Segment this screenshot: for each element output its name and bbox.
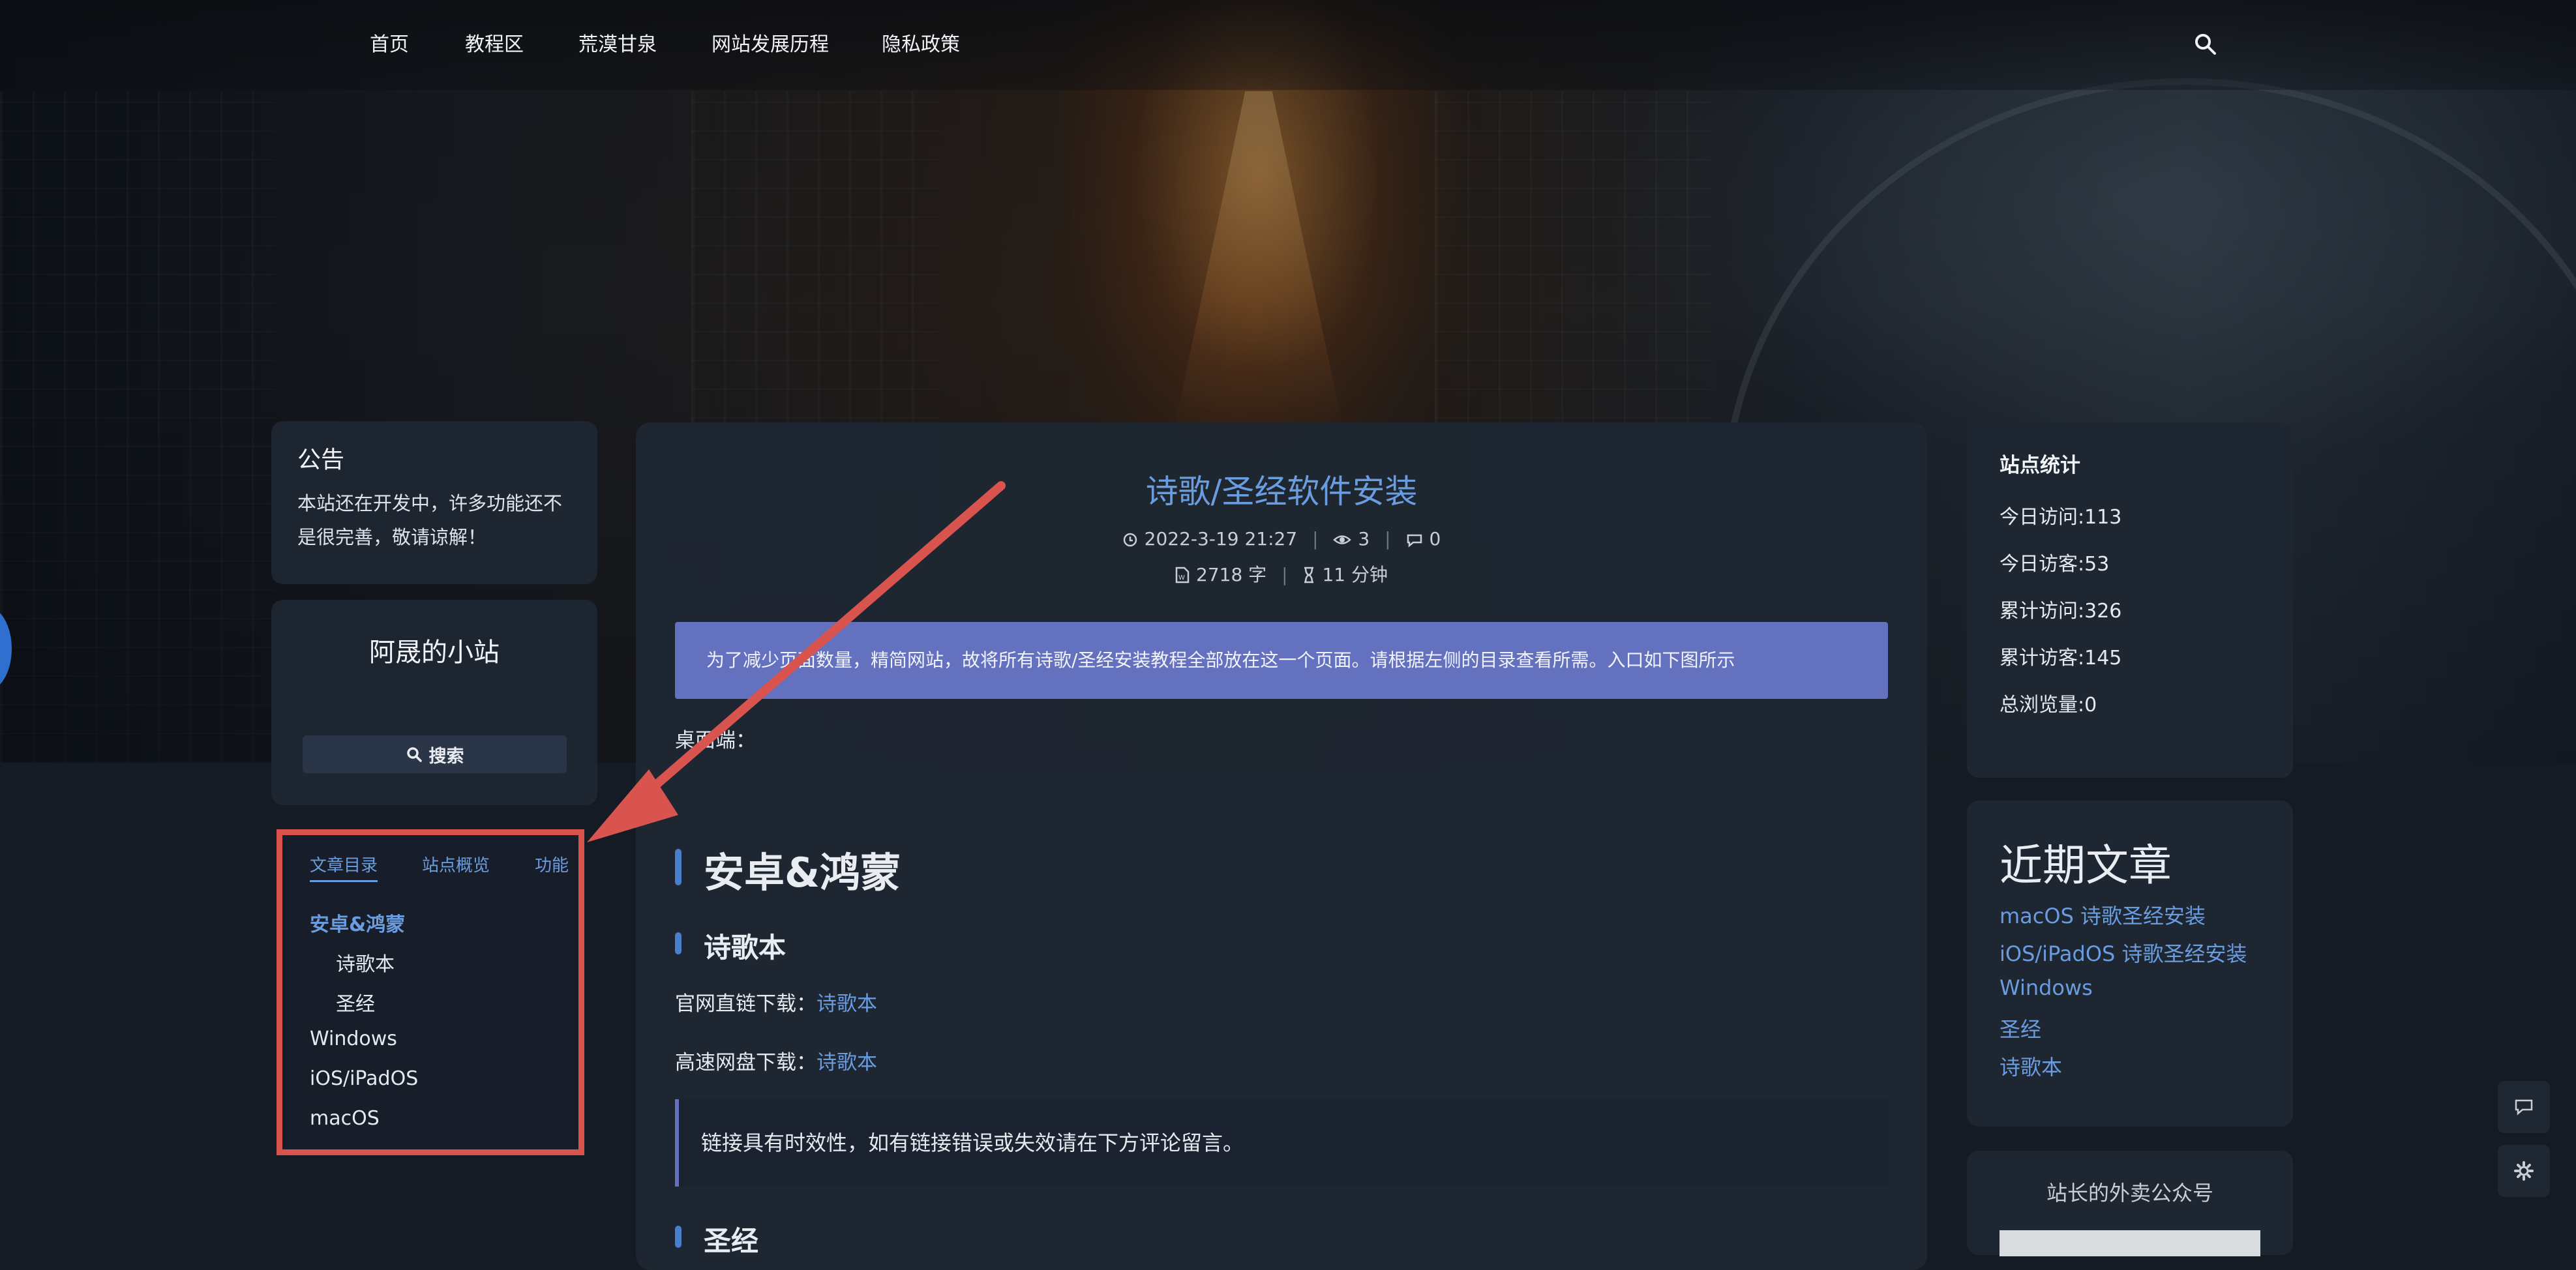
stat-total-views: 总浏览量:0 — [1999, 694, 2097, 716]
top-navbar: 首页 教程区 荒漠甘泉 网站发展历程 隐私政策 — [0, 0, 2576, 90]
toc-item-macos[interactable]: macOS — [310, 1107, 380, 1130]
recent-post-link[interactable]: Windows — [1999, 975, 2093, 1000]
wechat-title: 站长的外卖公众号 — [2046, 1181, 2213, 1205]
recent-posts-title: 近期文章 — [1999, 840, 2172, 891]
eye-icon — [1333, 531, 1352, 552]
stat-total-visitors: 累计访客:145 — [1999, 647, 2122, 670]
comment-icon — [2515, 1099, 2533, 1115]
toc-item-bible[interactable]: 圣经 — [336, 988, 375, 1016]
article-title[interactable]: 诗歌/圣经软件安装 — [636, 465, 1927, 512]
table-of-contents: 文章目录 站点概览 功能 安卓&鸿蒙 诗歌本 圣经 Windows iOS/iP… — [277, 829, 584, 1155]
fast-download-label: 高速网盘下载： — [675, 1051, 816, 1074]
nav-site-history[interactable]: 网站发展历程 — [711, 29, 829, 61]
tab-functions[interactable]: 功能 — [535, 852, 569, 876]
toc-item-android[interactable]: 安卓&鸿蒙 — [310, 908, 405, 937]
comment-fab[interactable] — [2498, 1081, 2550, 1133]
clock-icon — [1122, 531, 1138, 552]
nav-tutorials[interactable]: 教程区 — [465, 29, 524, 61]
stat-total-visits: 累计访问:326 — [1999, 600, 2122, 623]
heading-android: 安卓&鸿蒙 — [675, 840, 901, 898]
search-icon[interactable] — [2193, 31, 2219, 57]
stat-today-visitors: 今日访客:53 — [1999, 553, 2110, 576]
nav-desert-spring[interactable]: 荒漠甘泉 — [578, 29, 657, 61]
wechat-card: 站长的外卖公众号 — [1967, 1151, 2293, 1256]
hourglass-icon — [1302, 567, 1315, 588]
recent-posts-card: 近期文章 macOS 诗歌圣经安装 iOS/iPadOS 诗歌圣经安装 Wind… — [1967, 801, 2293, 1127]
comment-icon — [1406, 531, 1423, 552]
notice-title: 公告 — [297, 447, 345, 473]
info-banner: 为了减少页面数量，精简网站，故将所有诗歌/圣经安装教程全部放在这一个页面。请根据… — [675, 622, 1888, 699]
nav-home[interactable]: 首页 — [370, 29, 409, 61]
toc-item-hymnal[interactable]: 诗歌本 — [336, 948, 395, 977]
fast-download-link[interactable]: 诗歌本 — [816, 1051, 877, 1074]
nav-privacy[interactable]: 隐私政策 — [882, 29, 960, 61]
site-card: 阿晟的小站 搜索 — [271, 600, 597, 805]
recent-post-link[interactable]: macOS 诗歌圣经安装 — [1999, 900, 2206, 930]
article-meta: 2022-3-19 21:27 | 3 | 0 — [636, 528, 1927, 552]
notice-line: 本站还在开发中，许多功能还不 — [297, 492, 563, 514]
heading-hymnal: 诗歌本 — [675, 926, 786, 966]
tab-site-overview[interactable]: 站点概览 — [422, 852, 490, 876]
fast-download: 高速网盘下载：诗歌本 — [675, 1046, 877, 1075]
heading-bible: 圣经 — [675, 1219, 758, 1259]
search-button[interactable]: 搜索 — [303, 735, 567, 773]
post-date: 2022-3-19 21:27 — [1144, 528, 1298, 550]
official-download: 官网直链下载：诗歌本 — [675, 987, 877, 1016]
word-count: 2718 字 — [1196, 564, 1267, 585]
official-download-link[interactable]: 诗歌本 — [816, 992, 877, 1016]
read-time: 11 分钟 — [1322, 564, 1388, 585]
word-count-icon: W — [1175, 567, 1190, 588]
recent-post-link[interactable]: iOS/iPadOS 诗歌圣经安装 — [1999, 938, 2247, 967]
tab-article-toc[interactable]: 文章目录 — [310, 852, 378, 882]
notice-text: 本站还在开发中，许多功能还不 是很完善，敬请谅解！ — [297, 486, 571, 554]
settings-fab[interactable] — [2498, 1145, 2550, 1197]
search-icon — [406, 747, 422, 762]
site-name: 阿晟的小站 — [369, 638, 500, 668]
toc-item-windows[interactable]: Windows — [310, 1027, 397, 1050]
desktop-label: 桌面端： — [675, 729, 756, 752]
svg-text:W: W — [1178, 574, 1185, 582]
article-meta-2: W 2718 字 | 11 分钟 — [636, 561, 1927, 588]
site-stats-card: 站点统计 今日访问:113 今日访客:53 累计访问:326 累计访客:145 … — [1967, 422, 2293, 778]
view-count: 3 — [1358, 528, 1370, 550]
article-card: 诗歌/圣经软件安装 2022-3-19 21:27 | 3 | 0 W 2718 … — [636, 422, 1927, 1270]
comment-count: 0 — [1429, 528, 1441, 550]
recent-post-link[interactable]: 诗歌本 — [1999, 1051, 2062, 1081]
recent-post-link[interactable]: 圣经 — [1999, 1013, 2041, 1043]
notice-card: 公告 本站还在开发中，许多功能还不 是很完善，敬请谅解！ — [271, 421, 597, 584]
notice-line: 是很完善，敬请谅解！ — [297, 526, 487, 548]
stat-today-visits: 今日访问:113 — [1999, 506, 2122, 529]
stats-title: 站点统计 — [1999, 454, 2080, 477]
wechat-qr-image — [1999, 1230, 2260, 1256]
gear-icon — [2514, 1161, 2534, 1181]
link-notice-quote: 链接具有时效性，如有链接错误或失效请在下方评论留言。 — [675, 1099, 1888, 1187]
search-button-label: 搜索 — [428, 746, 464, 767]
official-download-label: 官网直链下载： — [675, 992, 816, 1016]
toc-item-ios[interactable]: iOS/iPadOS — [310, 1067, 418, 1090]
